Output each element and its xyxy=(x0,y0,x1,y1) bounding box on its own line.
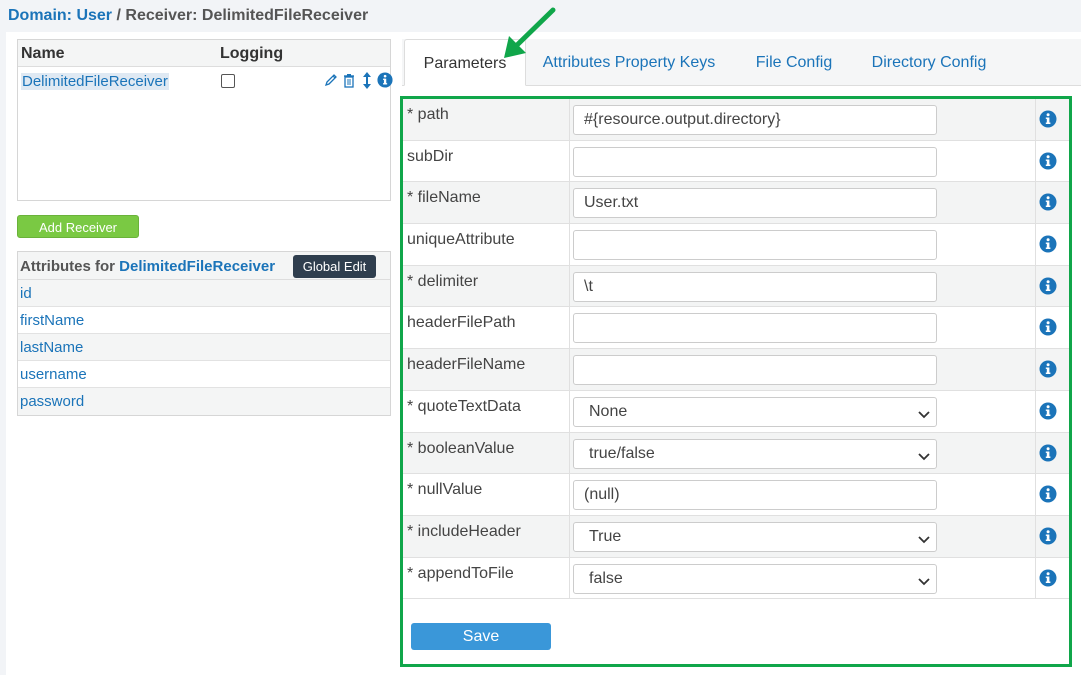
global-edit-button[interactable]: Global Edit xyxy=(293,255,376,278)
attributes-header: Attributes for DelimitedFileReceiver Glo… xyxy=(18,252,390,280)
logging-checkbox[interactable] xyxy=(221,74,235,88)
tab-file-config[interactable]: File Config xyxy=(750,39,838,86)
tab-attributes-property-keys[interactable]: Attributes Property Keys xyxy=(540,39,718,86)
attributes-panel: Attributes for DelimitedFileReceiver Glo… xyxy=(17,251,391,416)
trash-icon[interactable] xyxy=(341,71,357,89)
attribute-item-id[interactable]: id xyxy=(18,280,390,307)
tab-directory-config[interactable]: Directory Config xyxy=(868,39,990,86)
row-actions xyxy=(323,71,393,89)
breadcrumb-domain-value[interactable]: User xyxy=(76,7,112,24)
green-arrow xyxy=(504,7,556,58)
receivers-header: Name Logging xyxy=(18,40,390,67)
attribute-item-lastname[interactable]: lastName xyxy=(18,334,390,361)
breadcrumb-receiver-value: DelimitedFileReceiver xyxy=(201,7,369,24)
attributes-title-prefix: Attributes for xyxy=(20,258,115,275)
attributes-list: id firstName lastName username password xyxy=(18,280,390,415)
pencil-icon[interactable] xyxy=(323,71,339,89)
sort-arrows-icon[interactable] xyxy=(359,71,375,89)
add-receiver-button[interactable]: Add Receiver xyxy=(17,215,139,238)
column-header-logging: Logging xyxy=(220,45,284,62)
left-rule xyxy=(0,32,6,675)
attributes-title-receiver[interactable]: DelimitedFileReceiver xyxy=(119,258,275,275)
receiver-row[interactable]: DelimitedFileReceiver xyxy=(18,67,393,95)
receiver-name[interactable]: DelimitedFileReceiver xyxy=(21,73,169,90)
attribute-item-username[interactable]: username xyxy=(18,361,390,388)
breadcrumb-separator: / xyxy=(116,7,121,24)
save-button[interactable]: Save xyxy=(411,623,551,650)
attributes-title: Attributes for DelimitedFileReceiver xyxy=(20,258,275,275)
receivers-grid: Name Logging DelimitedFileReceiver xyxy=(17,39,393,201)
info-icon[interactable] xyxy=(377,71,393,89)
breadcrumb-receiver-label: Receiver: xyxy=(125,7,198,24)
attribute-item-password[interactable]: password xyxy=(18,388,390,415)
attribute-item-firstname[interactable]: firstName xyxy=(18,307,390,334)
highlight-box xyxy=(400,96,1072,667)
breadcrumb-domain-label[interactable]: Domain: xyxy=(8,7,72,24)
column-header-name: Name xyxy=(21,45,65,62)
